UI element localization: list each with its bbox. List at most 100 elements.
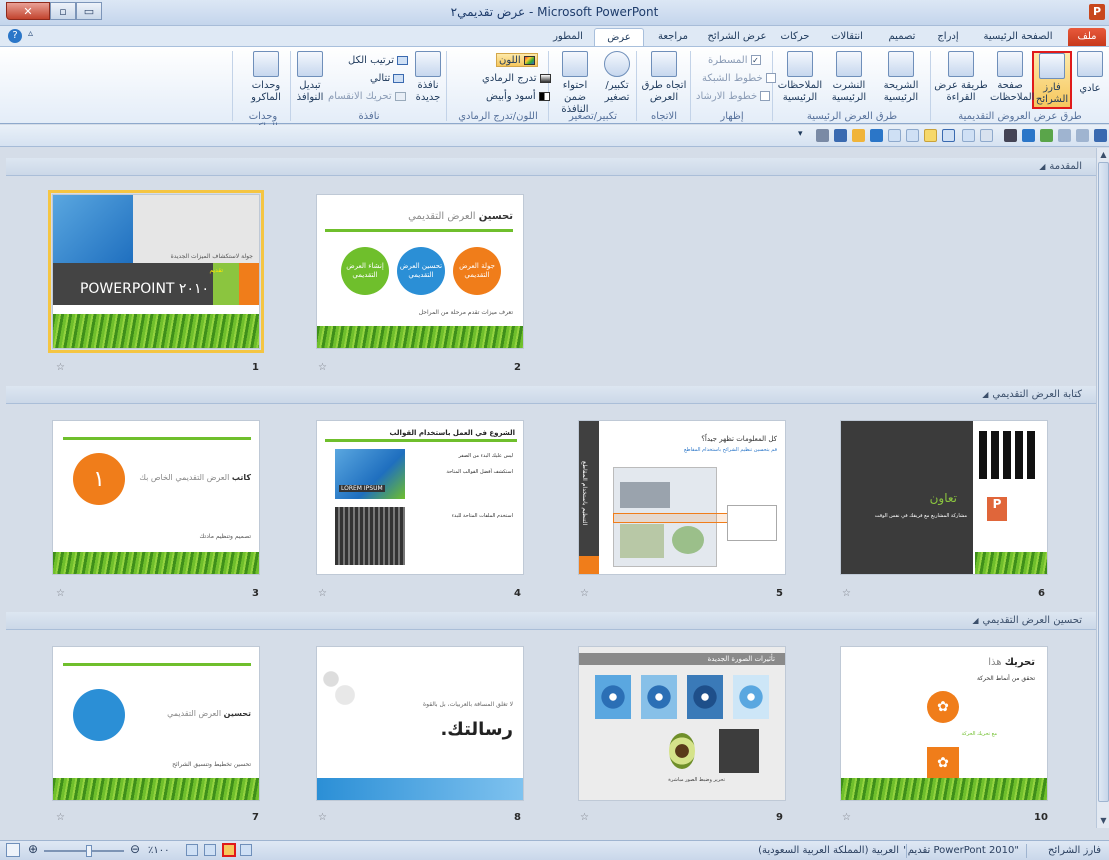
- normal-view-button[interactable]: عادي: [1074, 51, 1106, 109]
- help-icon[interactable]: ?: [8, 29, 22, 43]
- move-split-button[interactable]: تحريك الانقسام: [328, 89, 406, 103]
- normal-view-icon[interactable]: [240, 844, 252, 856]
- tab-slideshow[interactable]: عرض الشرائح: [702, 28, 772, 46]
- inset-block: [620, 482, 670, 508]
- color-button[interactable]: اللون: [496, 53, 538, 67]
- slide-number-icon[interactable]: [962, 129, 975, 142]
- transition-star-icon[interactable]: ☆: [842, 588, 851, 599]
- scroll-thumb[interactable]: [1098, 162, 1109, 802]
- layout-icon[interactable]: [980, 129, 993, 142]
- zoom-out-icon[interactable]: ⊖: [130, 842, 140, 856]
- section-header[interactable]: ◢ كتابة العرض التقديمي: [6, 386, 1096, 404]
- collapse-triangle-icon[interactable]: ◢: [1039, 162, 1045, 171]
- customize-qat-icon[interactable]: ▾: [798, 129, 811, 142]
- collapse-triangle-icon[interactable]: ◢: [982, 390, 988, 399]
- transition-star-icon[interactable]: ☆: [56, 812, 65, 823]
- table-icon[interactable]: [906, 129, 919, 142]
- undo-icon[interactable]: [1076, 129, 1089, 142]
- transition-star-icon[interactable]: ☆: [56, 362, 65, 373]
- new-slide-icon[interactable]: [834, 129, 847, 142]
- tab-insert[interactable]: إدراج: [928, 28, 968, 46]
- transition-star-icon[interactable]: ☆: [580, 588, 589, 599]
- tab-animations[interactable]: حركات: [774, 28, 816, 46]
- transition-star-icon[interactable]: ☆: [318, 812, 327, 823]
- tab-file[interactable]: ملف: [1068, 28, 1106, 46]
- slide-thumbnail-7[interactable]: تحسين العرض التقديمي تحسين تخطيط وتنسيق …: [52, 646, 260, 801]
- view-direction-button[interactable]: اتجاه طرق العرض: [640, 51, 688, 109]
- zoom-level[interactable]: ٪١٠٠: [148, 845, 170, 856]
- slide-thumbnail-10[interactable]: تحريك هذا تحقق من أنماط الحركة ✿ مع تحري…: [840, 646, 1048, 801]
- vertical-scrollbar[interactable]: ▲ ▼: [1096, 148, 1109, 828]
- gridlines-checkbox[interactable]: خطوط الشبكة: [702, 71, 776, 85]
- zoom-slider-track[interactable]: [44, 850, 124, 852]
- transition-star-icon[interactable]: ☆: [318, 362, 327, 373]
- guides-checkbox[interactable]: خطوط الارشاد: [696, 89, 771, 103]
- slide-thumbnail-8[interactable]: لا تغلق المسافة بالعربيات، بل بالقوة رسا…: [316, 646, 524, 801]
- switch-windows-button[interactable]: تبديل النوافذ: [294, 51, 326, 109]
- fit-to-window-button[interactable]: احتواء ضمن النافذة: [552, 51, 598, 115]
- scroll-down-arrow-icon[interactable]: ▼: [1097, 814, 1109, 827]
- tab-transitions[interactable]: انتقالات: [818, 28, 876, 46]
- redo-icon[interactable]: [1058, 129, 1071, 142]
- new-window-icon: [415, 51, 441, 77]
- section-header[interactable]: ◢ تحسين العرض التقديمي: [6, 612, 1096, 630]
- picture-icon[interactable]: [924, 129, 937, 142]
- notes-page-button[interactable]: صفحة الملاحظات: [990, 51, 1034, 109]
- handout-master-button[interactable]: النشرت الرئيسية: [826, 51, 872, 109]
- notes-master-button[interactable]: الملاحظات الرئيسية: [776, 51, 824, 109]
- smartart-icon[interactable]: [870, 129, 883, 142]
- save-icon[interactable]: [1094, 129, 1107, 142]
- open-folder-icon[interactable]: [852, 129, 865, 142]
- start-slideshow-icon[interactable]: [1040, 129, 1053, 142]
- fit-slide-icon[interactable]: [6, 843, 20, 857]
- chart-icon[interactable]: [888, 129, 901, 142]
- tab-review[interactable]: مراجعة: [646, 28, 700, 46]
- transition-star-icon[interactable]: ☆: [318, 588, 327, 599]
- textbox-icon[interactable]: [942, 129, 955, 142]
- slide-5-body: قم بتحسين تنظيم الشرائح باستخدام المقاطع: [684, 447, 777, 453]
- slide-thumbnail-9[interactable]: تأثيرات الصورة الجديدة تحرير وضبط الصور …: [578, 646, 786, 801]
- help-circle-icon[interactable]: [1022, 129, 1035, 142]
- black-white-icon: [538, 91, 550, 101]
- reading-view-button[interactable]: طريقة عرض القراءة: [934, 51, 988, 109]
- slide-master-button[interactable]: الشريحة الرئيسية: [874, 51, 928, 109]
- slide-master-icon: [888, 51, 914, 77]
- slide-number: 6: [1038, 588, 1045, 599]
- tab-home[interactable]: الصفحة الرئيسية: [970, 28, 1066, 46]
- slideshow-view-icon[interactable]: [186, 844, 198, 856]
- new-window-button[interactable]: نافذة جديدة: [412, 51, 444, 109]
- transition-star-icon[interactable]: ☆: [842, 812, 851, 823]
- slide-thumbnail-4[interactable]: الشروع في العمل باستخدام القوالب LOREM I…: [316, 420, 524, 575]
- slide-thumbnail-2[interactable]: تحسين العرض التقديمي جولة العرض التقديمي…: [316, 194, 524, 349]
- zoom-slider-thumb[interactable]: [86, 845, 92, 857]
- powerpoint-app-icon[interactable]: P: [1089, 4, 1105, 20]
- slide-thumbnail-5[interactable]: التنظيم باستخدام المقاطع كل المعلومات تظ…: [578, 420, 786, 575]
- minimize-ribbon-icon[interactable]: ▵: [28, 28, 33, 39]
- slide-sorter-view-icon[interactable]: [222, 843, 236, 857]
- slide-thumbnail-1[interactable]: POWERPOINT ٢٠١٠ جولة لاستكشاف الميزات ال…: [48, 190, 264, 353]
- black-white-button[interactable]: أسود وأبيض: [486, 89, 550, 103]
- transition-star-icon[interactable]: ☆: [580, 812, 589, 823]
- section-header[interactable]: ◢ المقدمة: [6, 158, 1096, 176]
- align-icon[interactable]: [1004, 129, 1017, 142]
- slide-thumbnail-3[interactable]: ١ كاتب العرض التقديمي الخاص بك تصميم وتن…: [52, 420, 260, 575]
- cascade-button[interactable]: تتالي: [370, 71, 405, 85]
- tab-developer[interactable]: المطور: [544, 28, 592, 46]
- transition-star-icon[interactable]: ☆: [56, 588, 65, 599]
- zoom-in-icon[interactable]: ⊕: [28, 842, 38, 856]
- print-preview-icon[interactable]: [816, 129, 829, 142]
- tab-view[interactable]: عرض: [594, 28, 644, 46]
- slide-thumbnail-6[interactable]: P تعاون مشاركة المشاريع مع فريقك في نفس …: [840, 420, 1048, 575]
- collapse-triangle-icon[interactable]: ◢: [972, 616, 978, 625]
- macros-button[interactable]: وحدات الماكرو: [244, 51, 288, 109]
- reading-view-icon[interactable]: [204, 844, 216, 856]
- slide-sorter-button[interactable]: فارز الشرائح: [1032, 51, 1072, 109]
- tab-design[interactable]: تصميم: [878, 28, 926, 46]
- ruler-checkbox[interactable]: المسطرة ✓: [708, 53, 761, 67]
- people-silhouettes: [979, 431, 1039, 479]
- status-language[interactable]: العربية (المملكة العربية السعودية): [758, 845, 899, 856]
- scroll-up-arrow-icon[interactable]: ▲: [1097, 148, 1109, 161]
- zoom-button[interactable]: تكبير/تصغير: [600, 51, 634, 109]
- arrange-all-button[interactable]: ترتيب الكل: [348, 53, 409, 67]
- grayscale-button[interactable]: تدرج الرمادي: [482, 71, 551, 85]
